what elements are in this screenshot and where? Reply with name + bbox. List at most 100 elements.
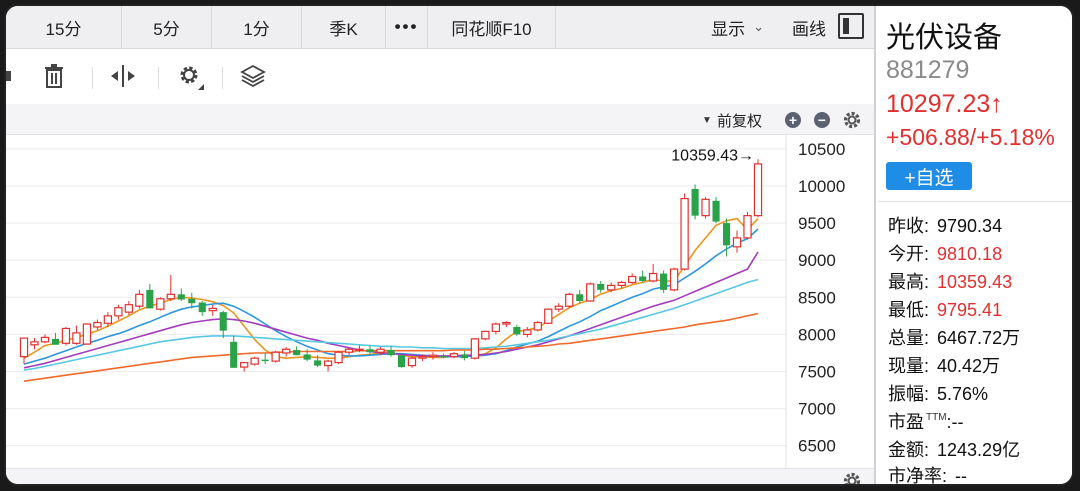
partial-tool-icon[interactable] [6, 63, 14, 87]
toolbar-divider [222, 67, 223, 89]
candle-body [303, 354, 311, 360]
stat-current-volume: 现量: 40.42万 [888, 352, 1000, 378]
candle-body [82, 323, 92, 345]
y-tick-label: 10500 [798, 140, 845, 159]
bottom-settings-icon[interactable] [842, 471, 862, 486]
candle-body [617, 281, 626, 287]
candle-body [323, 360, 333, 367]
stat-value: 40.42万 [937, 356, 1001, 376]
stat-label: 最低: [888, 300, 930, 320]
stat-volume: 总量: 6467.72万 [888, 324, 1020, 350]
zoom-range-icon[interactable] [108, 63, 138, 89]
candle-body [135, 293, 144, 307]
stat-turnover: 金额: 1243.29亿 [888, 436, 1020, 462]
y-tick-label: 10000 [798, 177, 845, 196]
candle-body [732, 237, 742, 248]
candle-body [722, 223, 731, 246]
stat-label: 昨收: [888, 216, 930, 236]
candle-body [146, 289, 154, 309]
candle-body [314, 360, 322, 366]
stat-label: 总量: [888, 328, 930, 348]
candle-body [114, 307, 123, 317]
candle-body [124, 304, 134, 313]
panel-separator [878, 201, 1072, 202]
zoom-in-icon[interactable]: + [785, 112, 801, 128]
stat-value: -- [955, 466, 968, 486]
stat-label: 振幅: [888, 384, 930, 404]
candle-body [397, 355, 406, 368]
high-price-annotation: 10359.43→ [671, 147, 754, 164]
candle-body [628, 275, 637, 284]
candle-body [208, 307, 217, 312]
candle-body [93, 321, 102, 328]
candle-body [691, 188, 699, 216]
candle-body [648, 272, 658, 282]
candle-body [554, 305, 563, 310]
layers-icon[interactable] [240, 63, 266, 89]
ttm-superscript: TTM [926, 412, 947, 423]
tab-quarter-k[interactable]: 季K [302, 6, 386, 48]
candle-body [198, 302, 206, 313]
stat-value: :-- [946, 412, 964, 432]
candle-body [513, 326, 521, 335]
candle-body [502, 321, 511, 325]
panel-toggle-icon[interactable] [838, 13, 864, 39]
candle-body [261, 359, 269, 362]
stat-amplitude: 振幅: 5.76% [888, 380, 988, 406]
stat-value: 9795.41 [937, 300, 1003, 320]
moving-average-line [23, 217, 759, 360]
stat-prev-close: 昨收: 9790.34 [888, 212, 1002, 238]
candle-body [523, 329, 532, 336]
toolbar-divider [92, 67, 93, 89]
candle-body [449, 353, 459, 358]
stat-low: 最低: 9795.41 [888, 296, 1002, 322]
candle-body [660, 273, 668, 290]
candle-body [72, 332, 81, 344]
more-tabs-button[interactable]: ••• [386, 6, 428, 48]
tab-5min[interactable]: 5分 [122, 6, 212, 48]
quote-panel: 光伏设备 881279 10297.23↑ +506.88/+5.18% +自选… [878, 6, 1072, 486]
candle-body [19, 337, 29, 358]
candle-body [30, 341, 39, 346]
candle-body [344, 348, 354, 353]
candle-body [51, 338, 60, 345]
candle-body [491, 323, 501, 333]
candle-body [607, 284, 616, 291]
settings-gear-icon[interactable] [176, 62, 206, 90]
stat-label: 最高: [888, 272, 930, 292]
tab-1min[interactable]: 1分 [212, 6, 302, 48]
stat-high: 最高: 10359.43 [888, 268, 1012, 294]
display-label: 显示 [711, 19, 746, 39]
chevron-down-icon[interactable]: ▼ [702, 115, 712, 126]
candle-body [428, 354, 438, 358]
y-tick-label: 9000 [798, 251, 836, 270]
candle-body [366, 349, 374, 353]
display-dropdown[interactable]: 显示 ⌄ [697, 6, 778, 48]
add-watchlist-button[interactable]: +自选 [886, 162, 972, 190]
candle-body [293, 349, 301, 356]
toolbar-divider [158, 67, 159, 89]
candle-body [61, 327, 71, 344]
candle-body [281, 348, 291, 354]
tab-f10[interactable]: 同花顺F10 [428, 6, 556, 48]
candle-body [597, 283, 605, 290]
candle-body [576, 294, 584, 301]
trash-icon[interactable] [42, 63, 66, 89]
stat-value: 10359.43 [937, 272, 1013, 292]
candle-body [156, 298, 165, 310]
stat-value: 9790.34 [937, 216, 1003, 236]
stat-value: 1243.29亿 [937, 440, 1021, 460]
y-tick-label: 7000 [798, 400, 836, 419]
candle-body [271, 351, 280, 362]
stat-label: 现量: [888, 356, 930, 376]
zoom-out-icon[interactable]: − [814, 112, 830, 128]
panel-divider [874, 6, 876, 484]
chart-settings-icon[interactable] [842, 110, 862, 130]
adjust-mode-dropdown[interactable]: 前复权 [717, 110, 762, 131]
stat-value: 6467.72万 [937, 328, 1021, 348]
candle-body [712, 200, 720, 222]
security-code: 881279 [886, 56, 970, 84]
candlestick-chart[interactable]: 10500 10000 9500 9000 8500 8000 7500 7000 6500 10… [6, 134, 874, 468]
tab-15min[interactable]: 15分 [6, 6, 122, 48]
candle-body [481, 330, 490, 340]
